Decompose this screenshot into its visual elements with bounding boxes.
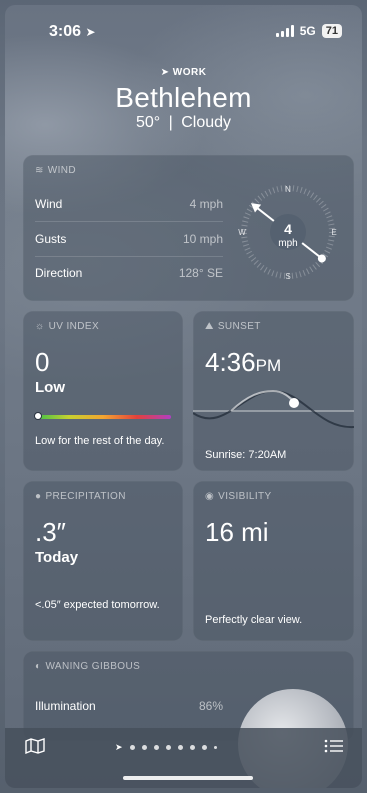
moon-title-text: WANING GIBBOUS: [45, 661, 141, 672]
location-label-text: WORK: [172, 67, 207, 78]
visibility-card-title: ◉ VISIBILITY: [205, 491, 272, 502]
current-conditions: 50° | Cloudy: [5, 114, 362, 132]
weather-screen: 3:06 ➤ 5G 71 ➤ WORK Bethlehem 50° | Clou…: [5, 5, 362, 788]
moon-phase-icon: ◐: [35, 661, 42, 672]
visibility-title-text: VISIBILITY: [218, 491, 272, 502]
condition-text: Cloudy: [181, 114, 232, 131]
uv-value: 0: [35, 347, 50, 377]
network-label: 5G: [299, 24, 316, 38]
uv-description: Low for the rest of the day.: [35, 435, 165, 447]
map-icon[interactable]: [25, 738, 45, 755]
uv-level: Low: [35, 379, 65, 396]
page-dot: [153, 745, 159, 750]
direction-value: 128° SE: [178, 266, 223, 280]
compass-s: S: [285, 272, 290, 281]
page-dot: [201, 745, 207, 750]
sunset-card-title: ⛰ SUNSET: [205, 321, 261, 332]
illumination-value: 86%: [198, 699, 223, 713]
raindrop-icon: ●: [35, 491, 42, 502]
location-arrow-icon: ➤: [160, 67, 170, 78]
page-dot: [141, 745, 147, 750]
current-location-indicator-icon: ➤: [115, 742, 123, 752]
sunset-card[interactable]: ⛰ SUNSET 4:36PM Sunrise: 7:20AM: [193, 311, 354, 471]
sunset-title-text: SUNSET: [217, 321, 261, 332]
current-temp: 50°: [135, 114, 161, 131]
eye-icon: ◉: [205, 491, 215, 502]
page-dot: [213, 746, 217, 749]
page-dot: [177, 745, 183, 750]
location-label: ➤ WORK: [5, 67, 362, 78]
signal-icon: [275, 25, 294, 37]
precipitation-card[interactable]: ● PRECIPITATION .3″ Today <.05″ expected…: [23, 481, 183, 641]
home-indicator[interactable]: [123, 776, 253, 780]
compass-w: W: [238, 228, 246, 237]
sun-icon: ☼: [35, 321, 45, 332]
page-dot: [189, 745, 195, 750]
precip-value: .3″: [35, 517, 66, 547]
sunset-time: 4:36PM: [205, 347, 281, 378]
page-indicator[interactable]: ➤: [115, 742, 217, 753]
illumination-row: Illumination 86%: [35, 689, 223, 723]
uv-title-text: UV INDEX: [48, 321, 100, 332]
sunrise-time: Sunrise: 7:20AM: [205, 449, 287, 461]
conditions-separator: |: [168, 114, 173, 131]
compass-unit: mph: [278, 238, 297, 249]
illumination-label: Illumination: [35, 699, 96, 713]
wind-row-direction: Direction 128° SE: [35, 256, 223, 290]
compass-speed: 4: [284, 221, 292, 237]
city-name: Bethlehem: [115, 82, 252, 113]
uv-scale-bar: [35, 415, 171, 419]
status-icons: 5G 71: [275, 24, 342, 38]
wind-speed-label: Wind: [35, 197, 63, 211]
gusts-label: Gusts: [35, 232, 67, 246]
direction-label: Direction: [35, 266, 83, 280]
sunset-icon: ⛰: [205, 321, 214, 332]
wind-icon: ≋: [35, 165, 44, 176]
wind-card-title: ≋ WIND: [35, 165, 76, 176]
uv-card-title: ☼ UV INDEX: [35, 321, 99, 332]
uv-index-card[interactable]: ☼ UV INDEX 0 Low Low for the rest of the…: [23, 311, 183, 471]
precip-card-title: ● PRECIPITATION: [35, 491, 126, 502]
uv-scale-indicator: [35, 413, 41, 419]
page-dot: [129, 745, 135, 750]
moon-card-title: ◐ WANING GIBBOUS: [35, 661, 140, 672]
sun-path-graph: [193, 389, 354, 429]
sun-position-dot: [289, 398, 299, 408]
location-header: ➤ WORK Bethlehem 50° | Cloudy: [5, 67, 362, 132]
status-time: 3:06 ➤: [49, 23, 96, 41]
time-text: 3:06: [49, 23, 82, 40]
battery-icon: 71: [321, 24, 342, 38]
compass-n: N: [285, 185, 291, 194]
bottom-toolbar: ➤: [5, 728, 362, 788]
precip-description: <.05″ expected tomorrow.: [35, 599, 160, 611]
wind-title-text: WIND: [47, 165, 77, 176]
sunset-time-value: 4:36: [205, 347, 256, 377]
wind-row-speed: Wind 4 mph: [35, 187, 223, 222]
battery-level: 71: [325, 25, 338, 37]
visibility-description: Perfectly clear view.: [205, 614, 303, 626]
compass-e: E: [331, 228, 336, 237]
wind-compass: N S E W 4 mph: [238, 185, 337, 281]
location-arrow-icon: ➤: [85, 25, 96, 39]
list-icon[interactable]: [324, 738, 344, 754]
gusts-value: 10 mph: [182, 232, 223, 246]
wind-card[interactable]: ≋ WIND Wind 4 mph Gusts 10 mph Direction…: [23, 155, 354, 301]
visibility-card[interactable]: ◉ VISIBILITY 16 mi Perfectly clear view.: [193, 481, 354, 641]
visibility-value: 16 mi: [205, 517, 269, 547]
wind-speed-value: 4 mph: [189, 197, 223, 211]
precip-title-text: PRECIPITATION: [45, 491, 126, 502]
precip-period: Today: [35, 549, 79, 566]
page-dot: [165, 745, 171, 750]
wind-row-gusts: Gusts 10 mph: [35, 222, 223, 257]
status-bar: 3:06 ➤ 5G 71: [5, 21, 362, 43]
sunset-ampm: PM: [255, 356, 282, 375]
